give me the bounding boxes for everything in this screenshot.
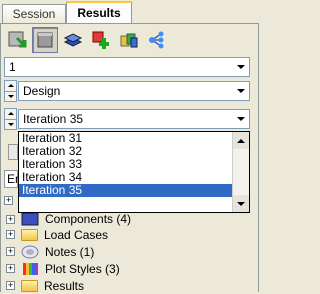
gray-box-icon	[37, 32, 53, 48]
multi-cube-icon	[120, 33, 138, 48]
notes-icon	[21, 245, 39, 258]
iteration-dropdown-list: Iteration 31 Iteration 32 Iteration 33 I…	[18, 131, 250, 213]
tree-item-results[interactable]: + Results	[6, 277, 256, 294]
gray-box-button[interactable]	[32, 27, 58, 53]
layer-icon	[63, 33, 83, 47]
components-icon	[21, 212, 39, 226]
folder-icon	[21, 228, 38, 241]
expand-icon[interactable]: +	[6, 214, 15, 224]
results-tree: + Components (4) + Load Cases + Notes (1…	[6, 212, 256, 294]
tree-item-load-cases[interactable]: + Load Cases	[6, 226, 256, 243]
layer-button[interactable]	[60, 27, 86, 53]
iteration-spinner[interactable]	[4, 108, 17, 130]
tree-item-label: Notes (1)	[45, 244, 95, 259]
expand-icon[interactable]: +	[6, 230, 15, 239]
hidden-tree-expander: +	[4, 195, 13, 205]
entity-header: En	[4, 170, 22, 188]
load-results-icon	[8, 31, 27, 48]
dropdown-scrollbar[interactable]	[232, 132, 249, 212]
tab-strip: Session Results	[0, 0, 259, 24]
scroll-up-icon[interactable]	[233, 132, 249, 149]
design-combo[interactable]: Design	[18, 81, 250, 101]
network-button[interactable]	[144, 27, 170, 53]
plot-styles-icon	[23, 262, 38, 275]
tree-item-components[interactable]: + Components (4)	[6, 212, 256, 226]
iteration-value: Iteration 35	[23, 112, 84, 126]
iteration-combo[interactable]: Iteration 35	[18, 109, 250, 129]
hidden-control	[8, 144, 18, 160]
spin-down-icon[interactable]	[5, 118, 16, 130]
spin-up-icon[interactable]	[5, 81, 16, 91]
chevron-down-icon[interactable]	[232, 58, 249, 76]
folder-icon	[21, 279, 38, 292]
expand-icon[interactable]: +	[6, 247, 15, 256]
tree-item-label: Load Cases	[44, 227, 109, 242]
scroll-down-icon[interactable]	[233, 195, 249, 212]
tab-session[interactable]: Session	[2, 4, 66, 24]
tab-results[interactable]: Results	[66, 1, 132, 24]
tree-item-label: Results	[44, 278, 85, 293]
result-id-value: 1	[9, 60, 16, 74]
design-spinner[interactable]	[4, 80, 17, 102]
expand-icon[interactable]: +	[6, 281, 15, 290]
chevron-down-icon[interactable]	[232, 82, 249, 100]
design-value: Design	[23, 84, 61, 98]
network-icon	[149, 31, 164, 49]
iteration-options: Iteration 31 Iteration 32 Iteration 33 I…	[19, 132, 232, 212]
tree-item-notes[interactable]: + Notes (1)	[6, 243, 256, 260]
spin-up-icon[interactable]	[5, 109, 16, 119]
cube-plus-icon	[92, 31, 109, 49]
tree-item-plot-styles[interactable]: + Plot Styles (3)	[6, 260, 256, 277]
results-toolbar	[4, 27, 170, 53]
cube-plus-button[interactable]	[88, 27, 114, 53]
result-id-combo[interactable]: 1	[4, 57, 250, 77]
multi-cube-button[interactable]	[116, 27, 142, 53]
expand-icon[interactable]: +	[6, 264, 15, 273]
tree-item-label: Components (4)	[45, 212, 132, 226]
iteration-option-selected[interactable]: Iteration 35	[19, 184, 232, 197]
spin-down-icon[interactable]	[5, 90, 16, 102]
load-results-button[interactable]	[4, 27, 30, 53]
tree-item-label: Plot Styles (3)	[45, 261, 120, 276]
chevron-down-icon[interactable]	[232, 110, 249, 128]
